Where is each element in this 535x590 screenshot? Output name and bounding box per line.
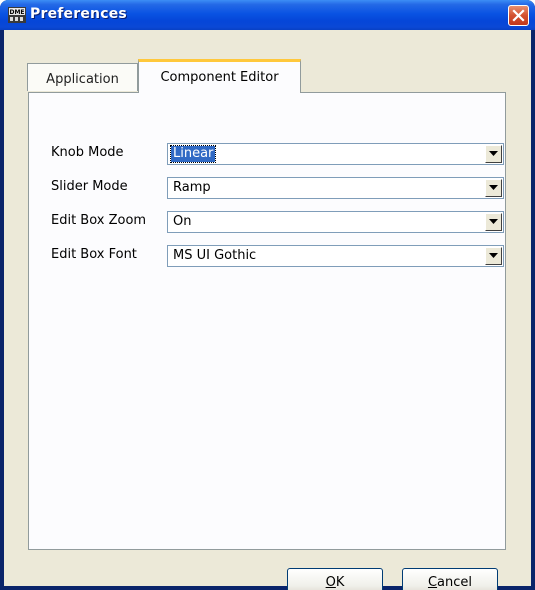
knob-mode-select[interactable]: Linear [167, 143, 504, 165]
cancel-button[interactable]: Cancel [402, 568, 498, 590]
knob-mode-row: Knob Mode Linear [29, 143, 505, 165]
window-title: Preferences [30, 6, 127, 22]
chevron-down-icon [489, 219, 498, 224]
edit-box-font-select[interactable]: MS UI Gothic [167, 245, 504, 267]
close-button[interactable] [508, 5, 529, 26]
app-icon-text: DME [9, 9, 24, 16]
edit-box-font-dropdown-button[interactable] [485, 247, 502, 265]
ok-label-rest: K [335, 575, 345, 590]
edit-box-font-row: Edit Box Font MS UI Gothic [29, 245, 505, 267]
slider-mode-label: Slider Mode [51, 179, 128, 194]
cancel-mnemonic: C [427, 575, 438, 590]
tab-component-editor[interactable]: Component Editor [138, 59, 301, 93]
dme-app-icon: DME [8, 7, 26, 23]
slider-mode-row: Slider Mode Ramp [29, 177, 505, 199]
ok-button[interactable]: OK [287, 568, 383, 590]
close-icon [512, 9, 525, 22]
slider-mode-dropdown-button[interactable] [485, 179, 502, 197]
edit-box-zoom-row: Edit Box Zoom On [29, 211, 505, 233]
ok-mnemonic: O [325, 575, 336, 590]
knob-mode-value: Linear [169, 145, 217, 163]
edit-box-font-label: Edit Box Font [51, 247, 137, 262]
edit-box-font-value: MS UI Gothic [173, 248, 257, 263]
cancel-label-rest: ancel [437, 575, 473, 590]
chevron-down-icon [489, 151, 498, 156]
knob-mode-dropdown-button[interactable] [485, 145, 502, 163]
edit-box-zoom-dropdown-button[interactable] [485, 213, 502, 231]
chevron-down-icon [489, 253, 498, 258]
tab-component-editor-label: Component Editor [160, 70, 279, 85]
chevron-down-icon [489, 185, 498, 190]
slider-mode-select[interactable]: Ramp [167, 177, 504, 199]
component-editor-panel: Knob Mode Linear Slider Mode Ramp Edit B… [28, 92, 506, 550]
edit-box-zoom-select[interactable]: On [167, 211, 504, 233]
edit-box-zoom-label: Edit Box Zoom [51, 213, 147, 228]
knob-mode-label: Knob Mode [51, 145, 124, 160]
title-bar[interactable]: DME Preferences [0, 0, 535, 30]
tab-application-label: Application [46, 72, 119, 87]
edit-box-zoom-value: On [173, 214, 192, 229]
slider-mode-value: Ramp [173, 180, 211, 195]
tab-application[interactable]: Application [27, 63, 138, 91]
preferences-window: DME Preferences Application Component Ed… [0, 0, 535, 590]
dialog-client-area: Application Component Editor Knob Mode L… [4, 30, 531, 590]
